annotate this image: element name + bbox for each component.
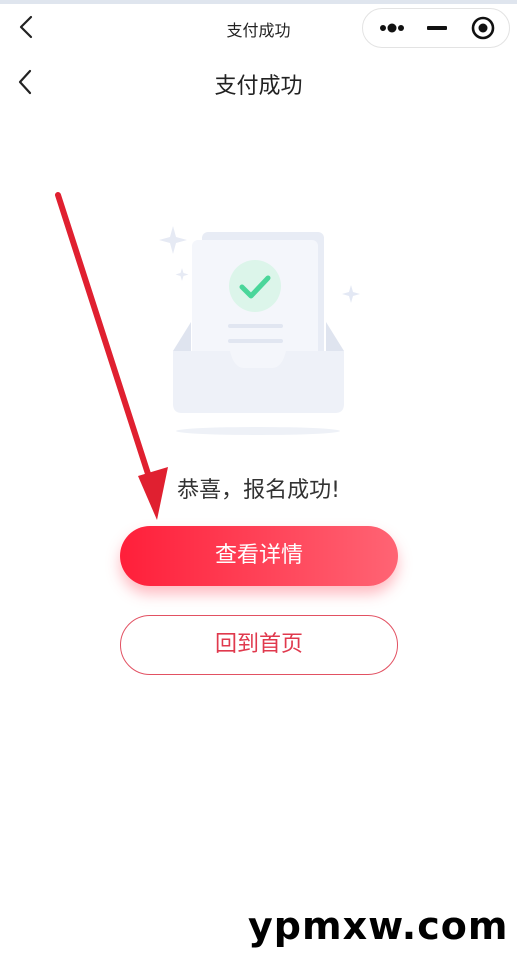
mini-program-navbar: 支付成功 (0, 4, 517, 52)
page-header: 支付成功 (0, 58, 517, 108)
back-icon[interactable] (12, 68, 40, 96)
minus-icon[interactable] (413, 9, 461, 47)
success-message: 恭喜，报名成功! (177, 478, 340, 503)
capsule-menu (362, 8, 510, 48)
back-home-button[interactable]: 回到首页 (120, 615, 398, 675)
target-icon[interactable] (459, 9, 507, 47)
more-icon[interactable] (367, 9, 415, 47)
page-title: 支付成功 (214, 74, 303, 99)
success-inbox-illustration (159, 226, 360, 435)
watermark-text: ypmxw.com (248, 904, 509, 948)
view-details-button[interactable]: 查看详情 (120, 526, 398, 586)
back-icon[interactable] (14, 14, 40, 40)
